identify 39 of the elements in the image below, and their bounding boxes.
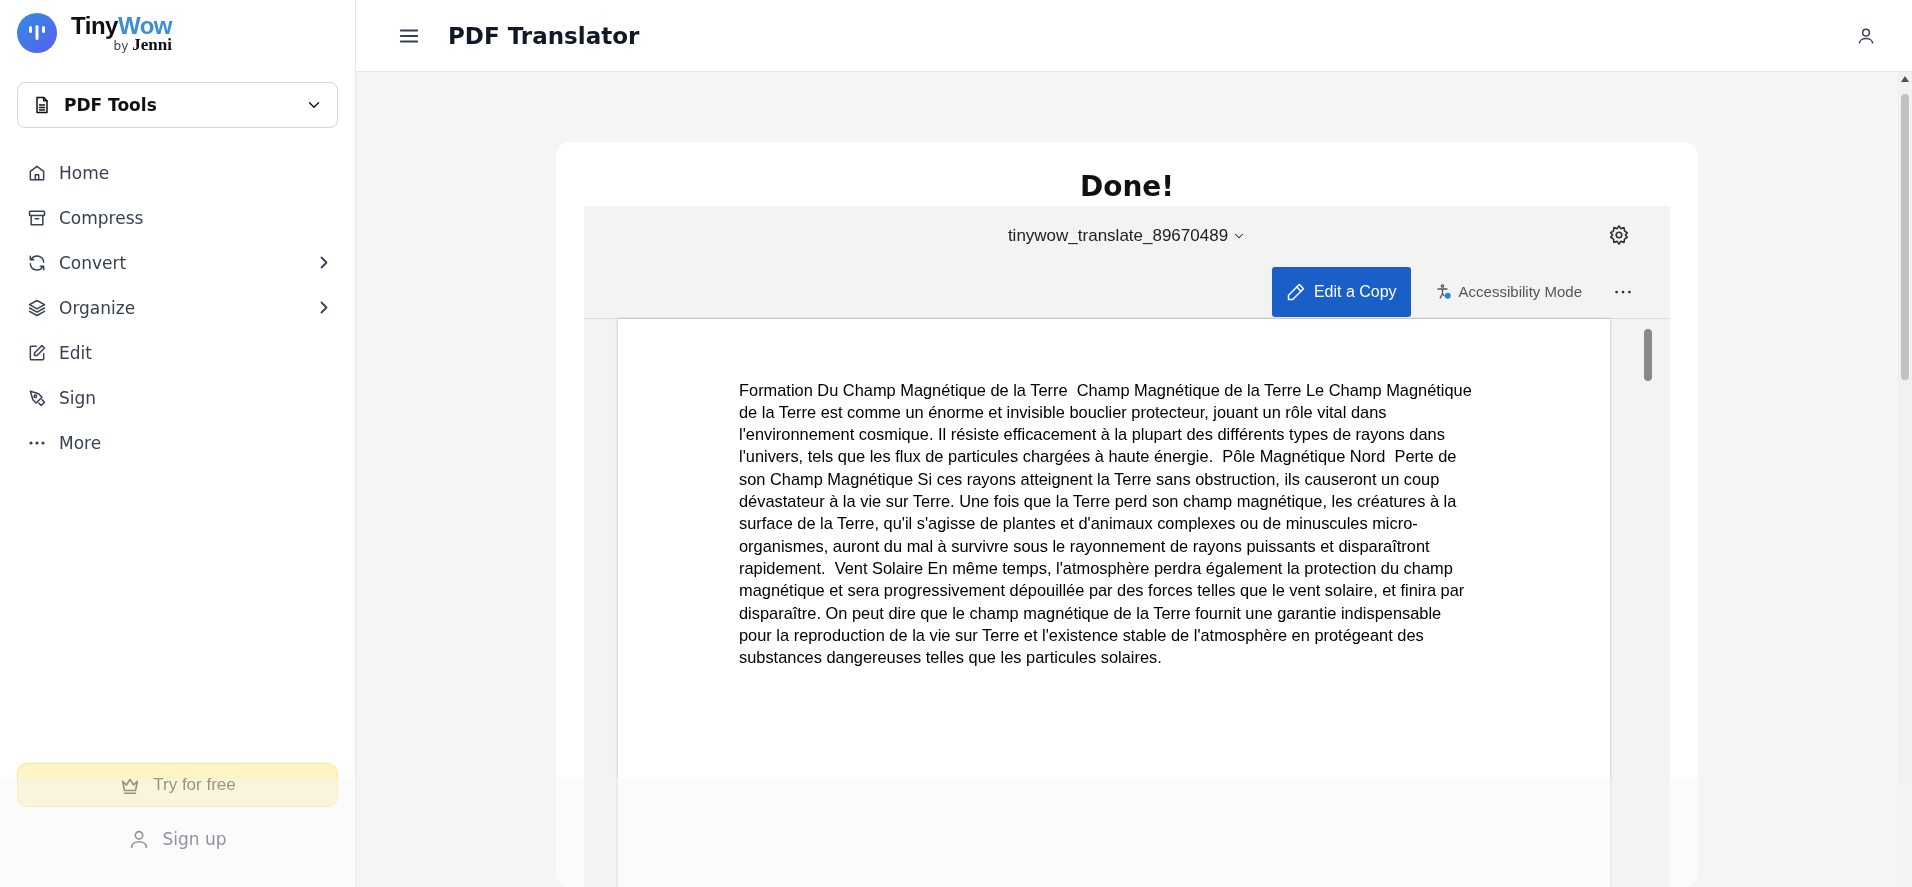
document-text-line: rapidement. Vent Solaire En même temps, l'atmosphère perdra également la protection du champ xyxy=(739,557,1454,579)
nav-item[interactable]: Organize xyxy=(17,285,338,330)
layers-icon xyxy=(27,297,47,318)
nav-item[interactable]: Edit xyxy=(17,330,338,375)
done-heading: Done! xyxy=(1078,170,1176,204)
document-text-line: pour la reproduction de la vie sur Terre et l'existence stable de l'atmosphère en protégeant des xyxy=(739,624,1425,646)
document-text-line: substances dangereuses telles que les particules solaires. xyxy=(739,647,1163,669)
document-text-line: dévastateur à la vie sur Terre. Une fois que la Terre perd son champ magnétique, les créatures à la xyxy=(739,491,1458,513)
nav-item[interactable]: More xyxy=(17,420,338,465)
file-name-dropdown[interactable]: tinywow_translate_89670489 xyxy=(1001,224,1253,247)
document-text-line: de la Terre est comme un énorme et invisible bouclier protecteur, jouant un rôle vital dans xyxy=(739,401,1388,423)
nav-item[interactable]: Compress xyxy=(17,195,338,240)
document-text-line: surface de la Terre, qu'il s'agisse de plantes et d'animaux complexes ou de minuscules micro- xyxy=(739,513,1419,535)
edit-copy-button[interactable]: Edit a Copy xyxy=(1271,266,1411,317)
pencil-icon xyxy=(1285,281,1306,302)
document-text-line: l'environnement cosmique. Il résiste efficacement à la plupart des différents types de rayons dans xyxy=(739,424,1446,446)
nav-item[interactable]: Convert xyxy=(17,240,338,285)
document-text-line: disparaître. On peut dire que le champ magnétique de la Terre fournit une garantie indispensable xyxy=(739,602,1443,624)
page-title: PDF Translator xyxy=(448,22,641,49)
document-text-line: son Champ Magnétique Si ces rayons atteignent la Terre sans obstruction, ils causeront un coup xyxy=(739,468,1441,490)
scroll-up-icon[interactable] xyxy=(1901,76,1909,82)
logo-word: Tiny xyxy=(71,11,118,39)
nav-item[interactable]: Home xyxy=(17,150,338,195)
scrollbar-thumb[interactable] xyxy=(1901,94,1909,380)
document-text-line: Formation Du Champ Magnétique de la Terre Champ Magnétique de la Terre Le Champ Magnétique xyxy=(739,379,1473,401)
accessibility-icon xyxy=(1434,282,1453,301)
settings-icon xyxy=(1608,223,1630,246)
more-icon xyxy=(29,440,45,445)
logo-byline: by xyxy=(113,39,129,52)
logo-icon xyxy=(17,13,57,53)
document-text-line: l'univers, tels que les flux de particules chargées à haute énergie. Pôle Magnétique Nord Perte de xyxy=(739,446,1458,468)
edit-icon xyxy=(27,342,47,363)
nav-item[interactable]: Sign xyxy=(17,375,338,420)
category-dropdown[interactable]: PDF Tools xyxy=(17,82,338,128)
scrollbar-thumb[interactable] xyxy=(1644,328,1652,381)
accessibility-mode-button[interactable]: Accessibility Mode xyxy=(1424,282,1592,301)
refresh-icon xyxy=(27,252,47,273)
document-text-line: organismes, auront du mal à survivre sous le rayonnement de rayons puissants et disparaîtront xyxy=(739,535,1431,557)
document-text-line: magnétique et sera progressivement dépouillée par des forces telles que le vent solaire, et finira par xyxy=(739,580,1466,602)
